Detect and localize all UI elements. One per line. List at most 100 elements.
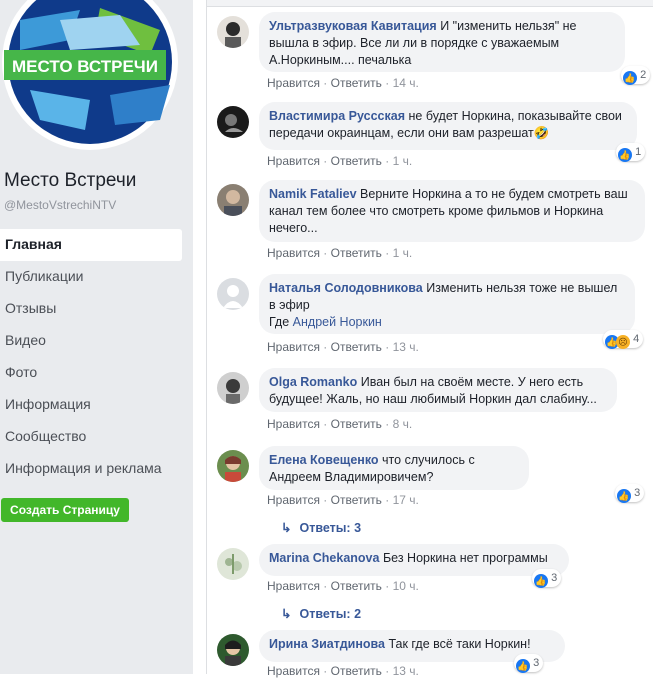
comment-time[interactable]: 17 ч.	[393, 493, 419, 507]
replies-count: Ответы: 2	[299, 607, 362, 621]
separator: ·	[323, 417, 328, 431]
reaction-number: 3	[533, 657, 540, 669]
page-nav: Главная Публикации Отзывы Видео Фото Инф…	[0, 229, 182, 485]
like-link[interactable]: Нравится	[267, 493, 320, 507]
separator: ·	[385, 417, 390, 431]
reply-link[interactable]: Ответить	[331, 340, 382, 354]
comment-author[interactable]: Елена Ковещенко	[269, 453, 379, 467]
reaction-count[interactable]: 👍 3	[615, 484, 645, 503]
comment-time[interactable]: 10 ч.	[393, 579, 419, 593]
separator: ·	[323, 340, 328, 354]
reaction-number: 3	[551, 572, 558, 584]
page-handle[interactable]: @MestoVstrechiNTV	[4, 198, 116, 212]
avatar[interactable]	[217, 372, 249, 404]
reply-arrow-icon: ↳	[281, 521, 292, 535]
separator: ·	[323, 664, 328, 678]
comment-actions: Нравится · Ответить · 10 ч.	[267, 579, 419, 593]
separator: ·	[385, 246, 390, 260]
nav-item-photos[interactable]: Фото	[0, 357, 182, 389]
reaction-count[interactable]: 👍 3	[514, 654, 544, 673]
nav-item-home[interactable]: Главная	[0, 229, 182, 261]
comments-panel: Ультразвуковая Кавитация И "изменить нел…	[206, 0, 653, 678]
reply-link[interactable]: Ответить	[331, 493, 382, 507]
nav-item-posts[interactable]: Публикации	[0, 261, 182, 293]
like-link[interactable]: Нравится	[267, 664, 320, 678]
like-link[interactable]: Нравится	[267, 154, 320, 168]
comment-time[interactable]: 13 ч.	[393, 340, 419, 354]
reaction-number: 1	[635, 146, 642, 158]
comment-time[interactable]: 8 ч.	[393, 417, 413, 431]
page-sidebar: МЕСТО ВСТРЕЧИ Место Встречи @MestoVstrec…	[0, 0, 193, 674]
like-link[interactable]: Нравится	[267, 579, 320, 593]
reaction-count[interactable]: 👍 1	[616, 143, 646, 162]
comment-bubble: Властимира Руссская не будет Норкина, по…	[259, 102, 637, 150]
comment-bubble: Наталья Солодовникова Изменить нельзя то…	[259, 274, 635, 334]
nav-item-reviews[interactable]: Отзывы	[0, 293, 182, 325]
avatar[interactable]	[217, 450, 249, 482]
comment-text: Так где всё таки Норкин!	[388, 637, 531, 651]
reaction-count[interactable]: 👍 2	[621, 66, 651, 85]
separator: ·	[323, 246, 328, 260]
reaction-count[interactable]: 👍 3	[532, 569, 562, 588]
comment-author[interactable]: Namik Fataliev	[269, 187, 357, 201]
page-name[interactable]: Место Встречи	[4, 170, 136, 192]
comment-author[interactable]: Наталья Солодовникова	[269, 281, 423, 295]
comment-author[interactable]: Marina Chekanova	[269, 551, 379, 565]
avatar[interactable]	[217, 106, 249, 138]
separator: ·	[385, 154, 390, 168]
panel-top-edge	[207, 0, 653, 7]
like-link[interactable]: Нравится	[267, 417, 320, 431]
reply-link[interactable]: Ответить	[331, 76, 382, 90]
comment-bubble: Olga Romanko Иван был на своём месте. У …	[259, 368, 617, 412]
avatar[interactable]	[217, 278, 249, 310]
like-link[interactable]: Нравится	[267, 76, 320, 90]
nav-item-community[interactable]: Сообщество	[0, 421, 182, 453]
avatar[interactable]	[217, 634, 249, 666]
nav-item-videos[interactable]: Видео	[0, 325, 182, 357]
comment-time[interactable]: 1 ч.	[393, 246, 413, 260]
avatar[interactable]	[217, 16, 249, 48]
like-link[interactable]: Нравится	[267, 246, 320, 260]
comment-author[interactable]: Ирина Зиатдинова	[269, 637, 385, 651]
avatar[interactable]	[217, 548, 249, 580]
reply-link[interactable]: Ответить	[331, 246, 382, 260]
avatar[interactable]	[217, 184, 249, 216]
logo-text: МЕСТО ВСТРЕЧИ	[12, 57, 158, 76]
reaction-number: 2	[640, 69, 647, 81]
comment-time[interactable]: 1 ч.	[393, 154, 413, 168]
page-logo[interactable]: МЕСТО ВСТРЕЧИ	[0, 0, 180, 153]
view-replies-link[interactable]: ↳ Ответы: 3	[281, 520, 361, 535]
comment-bubble: Marina Chekanova Без Норкина нет програм…	[259, 544, 569, 576]
reply-link[interactable]: Ответить	[331, 154, 382, 168]
comment-author[interactable]: Ультразвуковая Кавитация	[269, 19, 437, 33]
reply-arrow-icon: ↳	[281, 607, 292, 621]
reply-link[interactable]: Ответить	[331, 579, 382, 593]
sad-reaction-icon: ☹	[616, 335, 630, 349]
comment-actions: Нравится · Ответить · 14 ч.	[267, 76, 419, 90]
nav-item-about[interactable]: Информация	[0, 389, 182, 421]
comment-actions: Нравится · Ответить · 8 ч.	[267, 417, 412, 431]
separator: ·	[385, 340, 390, 354]
comment-author[interactable]: Властимира Руссская	[269, 109, 405, 123]
comment-text-line2: Где	[269, 315, 293, 329]
nav-item-ad-info[interactable]: Информация и реклама	[0, 453, 182, 485]
separator: ·	[323, 76, 328, 90]
comment-time[interactable]: 14 ч.	[393, 76, 419, 90]
mention-link[interactable]: Андрей Норкин	[293, 315, 382, 329]
reaction-count[interactable]: 👍☹ 4	[603, 330, 644, 349]
reaction-number: 3	[634, 487, 641, 499]
comment-text: Без Норкина нет программы	[382, 551, 548, 565]
separator: ·	[323, 579, 328, 593]
comment-time[interactable]: 13 ч.	[393, 664, 419, 678]
like-reaction-icon: 👍	[617, 489, 631, 503]
separator: ·	[385, 664, 390, 678]
comment-author[interactable]: Olga Romanko	[269, 375, 357, 389]
create-page-button[interactable]: Создать Страницу	[1, 498, 129, 522]
reply-link[interactable]: Ответить	[331, 417, 382, 431]
comment-actions: Нравится · Ответить · 1 ч.	[267, 154, 412, 168]
reply-link[interactable]: Ответить	[331, 664, 382, 678]
view-replies-link[interactable]: ↳ Ответы: 2	[281, 606, 361, 621]
comment-actions: Нравится · Ответить · 13 ч.	[267, 340, 419, 354]
comment-actions: Нравится · Ответить · 17 ч.	[267, 493, 419, 507]
like-link[interactable]: Нравится	[267, 340, 320, 354]
